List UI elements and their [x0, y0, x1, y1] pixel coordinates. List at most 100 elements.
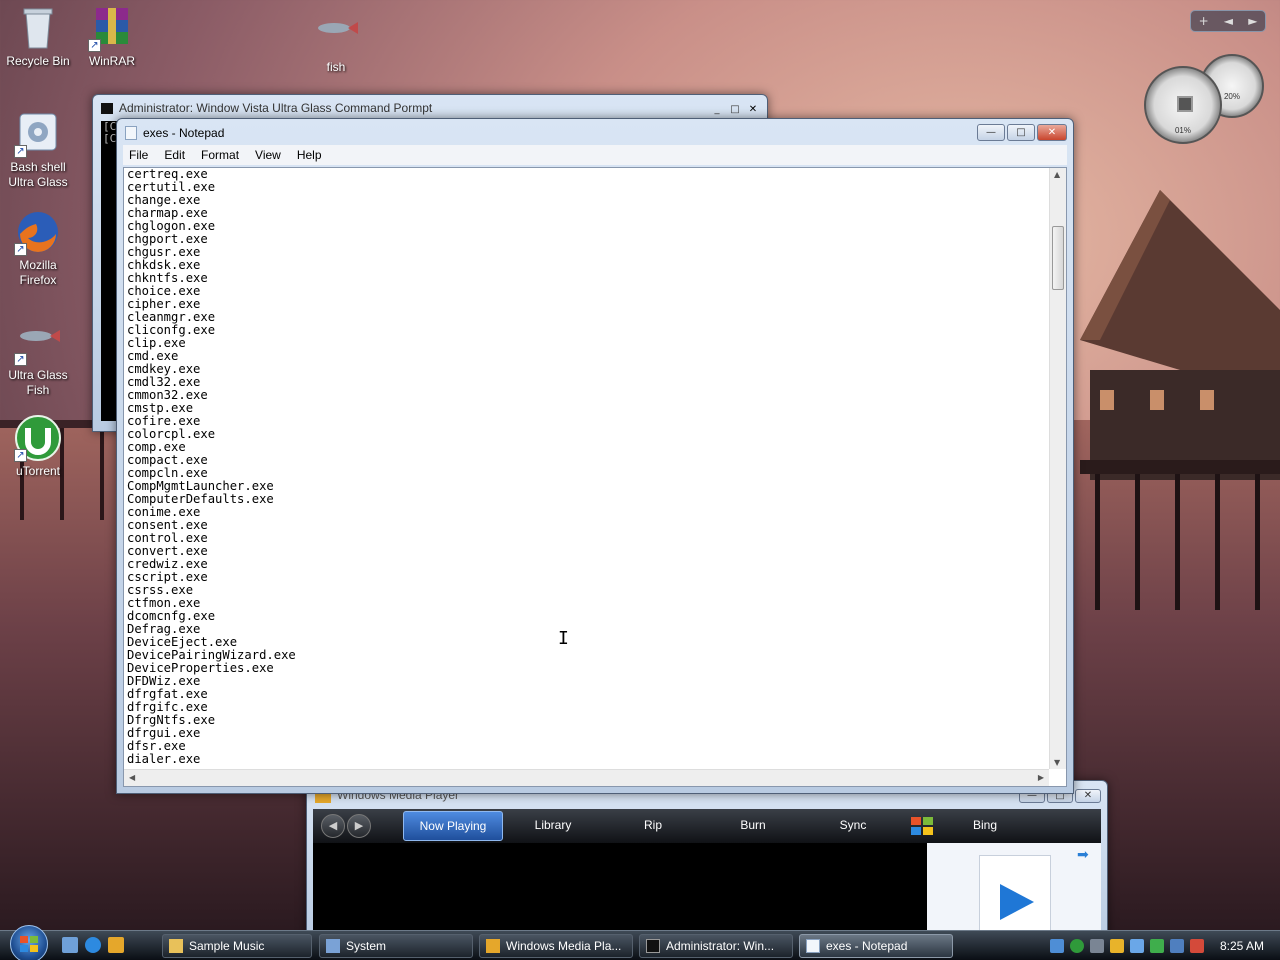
wmp-play-tile[interactable] — [979, 855, 1051, 935]
text-line: cleanmgr.exe — [127, 310, 216, 324]
text-line: cmstp.exe — [127, 401, 194, 415]
desktop-icon-ultra-glass-fish[interactable]: ↗ Ultra Glass Fish — [0, 318, 76, 398]
desktop-icon-utorrent[interactable]: ↗ uTorrent — [0, 414, 76, 479]
winrar-icon: ↗ — [88, 4, 136, 52]
text-line: certreq.exe — [127, 168, 208, 181]
desktop-icon-recycle-bin[interactable]: Recycle Bin — [0, 4, 76, 69]
wallpaper-hut — [1080, 190, 1280, 610]
clock[interactable]: 8:25 AM — [1220, 939, 1264, 953]
desktop-icon-label: WinRAR — [88, 54, 135, 68]
wmp-close-button[interactable]: ✕ — [1075, 789, 1101, 803]
text-line: comp.exe — [127, 440, 186, 454]
display-icon[interactable] — [1150, 939, 1164, 953]
menu-file[interactable]: File — [129, 148, 148, 162]
desktop-icon-fish[interactable]: fish — [298, 10, 374, 75]
text-line: colorcpl.exe — [127, 427, 216, 441]
text-line: cofire.exe — [127, 414, 201, 428]
cmd-close-button[interactable]: ✕ — [745, 102, 761, 119]
text-line: ctfmon.exe — [127, 596, 201, 610]
windows-logo-icon — [20, 936, 38, 952]
menu-view[interactable]: View — [255, 148, 281, 162]
text-line: cmd.exe — [127, 349, 179, 363]
menu-help[interactable]: Help — [297, 148, 322, 162]
maximize-button[interactable]: □ — [1007, 124, 1035, 141]
scroll-right-icon[interactable]: ▶ — [1038, 773, 1044, 782]
wmp-tab-burn[interactable]: Burn — [703, 811, 803, 841]
system-tray: 8:25 AM — [1050, 931, 1280, 960]
network-connection-icon[interactable] — [1170, 939, 1184, 953]
wmp-video-area[interactable] — [313, 843, 927, 939]
cmd-minimize-button[interactable]: _ — [709, 102, 725, 119]
network-icon[interactable] — [1050, 939, 1064, 953]
minimize-button[interactable]: — — [977, 124, 1005, 141]
windows-update-icon[interactable] — [1130, 939, 1144, 953]
text-line: dcomcnfg.exe — [127, 609, 216, 623]
vertical-scrollbar[interactable]: ▲ ▼ — [1049, 168, 1066, 769]
notepad-text-area[interactable]: certreq.exe certutil.exe change.exe charmap… — [123, 167, 1067, 787]
scroll-thumb[interactable] — [1052, 226, 1064, 290]
scroll-down-icon[interactable]: ▼ — [1054, 758, 1060, 767]
taskbar-button-label: exes - Notepad — [826, 939, 908, 953]
desktop-icon-firefox[interactable]: ↗ Mozilla Firefox — [0, 208, 76, 288]
utorrent-tray-icon[interactable] — [1070, 939, 1084, 953]
taskbar: Sample Music System Windows Media Pla...… — [0, 925, 1280, 960]
notepad-title: exes - Notepad — [143, 126, 225, 140]
taskbar-button-notepad[interactable]: exes - Notepad — [799, 934, 953, 958]
desktop-icon-label: uTorrent — [15, 464, 61, 478]
fish-icon: ↗ — [14, 318, 62, 366]
wmp-tab-library[interactable]: Library — [503, 811, 603, 841]
wmp-tab-rip[interactable]: Rip — [603, 811, 703, 841]
wmp-back-icon[interactable]: ◀ — [321, 814, 345, 838]
security-shield-icon[interactable] — [1110, 939, 1124, 953]
menu-format[interactable]: Format — [201, 148, 239, 162]
text-line: charmap.exe — [127, 206, 208, 220]
shortcut-arrow-icon: ↗ — [14, 243, 27, 256]
menu-edit[interactable]: Edit — [164, 148, 185, 162]
taskbar-button-wmp[interactable]: Windows Media Pla... — [479, 934, 633, 958]
notepad-window[interactable]: exes - Notepad — □ ✕ File Edit Format Vi… — [116, 118, 1074, 794]
wmp-toolbar: ◀ ▶ Now Playing Library Rip Burn Sync Bi… — [313, 809, 1101, 843]
volume-muted-icon[interactable] — [1190, 939, 1204, 953]
scroll-up-icon[interactable]: ▲ — [1054, 170, 1060, 179]
start-button[interactable] — [10, 925, 48, 960]
add-gadget-button[interactable]: + — [1199, 14, 1209, 28]
wmp-tab-sync[interactable]: Sync — [803, 811, 903, 841]
notepad-icon — [806, 939, 820, 953]
desktop-icon-bash-shell[interactable]: ↗ Bash shell Ultra Glass — [0, 110, 76, 190]
text-line: chgusr.exe — [127, 245, 201, 259]
media-player-icon[interactable] — [108, 937, 124, 953]
notepad-titlebar[interactable]: exes - Notepad — [117, 119, 1073, 147]
play-icon — [1000, 884, 1034, 920]
shortcut-arrow-icon: ↗ — [14, 145, 27, 158]
taskbar-button-cmd[interactable]: Administrator: Win... — [639, 934, 793, 958]
taskbar-button-system[interactable]: System — [319, 934, 473, 958]
horizontal-scrollbar[interactable]: ◀ ▶ — [124, 769, 1049, 786]
internet-explorer-icon[interactable] — [85, 937, 101, 953]
text-line: choice.exe — [127, 284, 201, 298]
gadget-next-button[interactable]: ► — [1248, 14, 1257, 28]
desktop-icon-label: Bash shell Ultra Glass — [8, 160, 68, 189]
close-button[interactable]: ✕ — [1037, 124, 1067, 141]
gadget-prev-button[interactable]: ◄ — [1224, 14, 1233, 28]
wmp-arrow-icon[interactable]: ➡ — [1077, 847, 1089, 863]
scroll-left-icon[interactable]: ◀ — [129, 773, 135, 782]
text-line: control.exe — [127, 531, 208, 545]
cpu-meter-gadget[interactable]: 01% — [1144, 66, 1222, 144]
taskbar-button-label: Sample Music — [189, 939, 265, 953]
wmp-tab-bing[interactable]: Bing — [935, 811, 1035, 841]
wmp-window[interactable]: Windows Media Player — □ ✕ ◀ ▶ Now Playi… — [306, 780, 1108, 940]
wmp-forward-icon[interactable]: ▶ — [347, 814, 371, 838]
desktop-icon-winrar[interactable]: ↗ WinRAR — [74, 4, 150, 69]
text-line: consent.exe — [127, 518, 208, 532]
wmp-tab-now-playing[interactable]: Now Playing — [403, 811, 503, 841]
text-line: chkdsk.exe — [127, 258, 201, 272]
taskbar-button-sample-music[interactable]: Sample Music — [162, 934, 312, 958]
cmd-maximize-button[interactable]: □ — [727, 102, 743, 119]
wmp-list-pane: ➡ — [927, 843, 1101, 939]
recycle-bin-icon — [14, 4, 62, 52]
notepad-content: certreq.exe certutil.exe change.exe charmap… — [127, 168, 1047, 768]
text-line: chgport.exe — [127, 232, 208, 246]
show-desktop-icon[interactable] — [62, 937, 78, 953]
text-line: dfrgifc.exe — [127, 700, 208, 714]
desktop-icon-label: Recycle Bin — [6, 54, 70, 68]
